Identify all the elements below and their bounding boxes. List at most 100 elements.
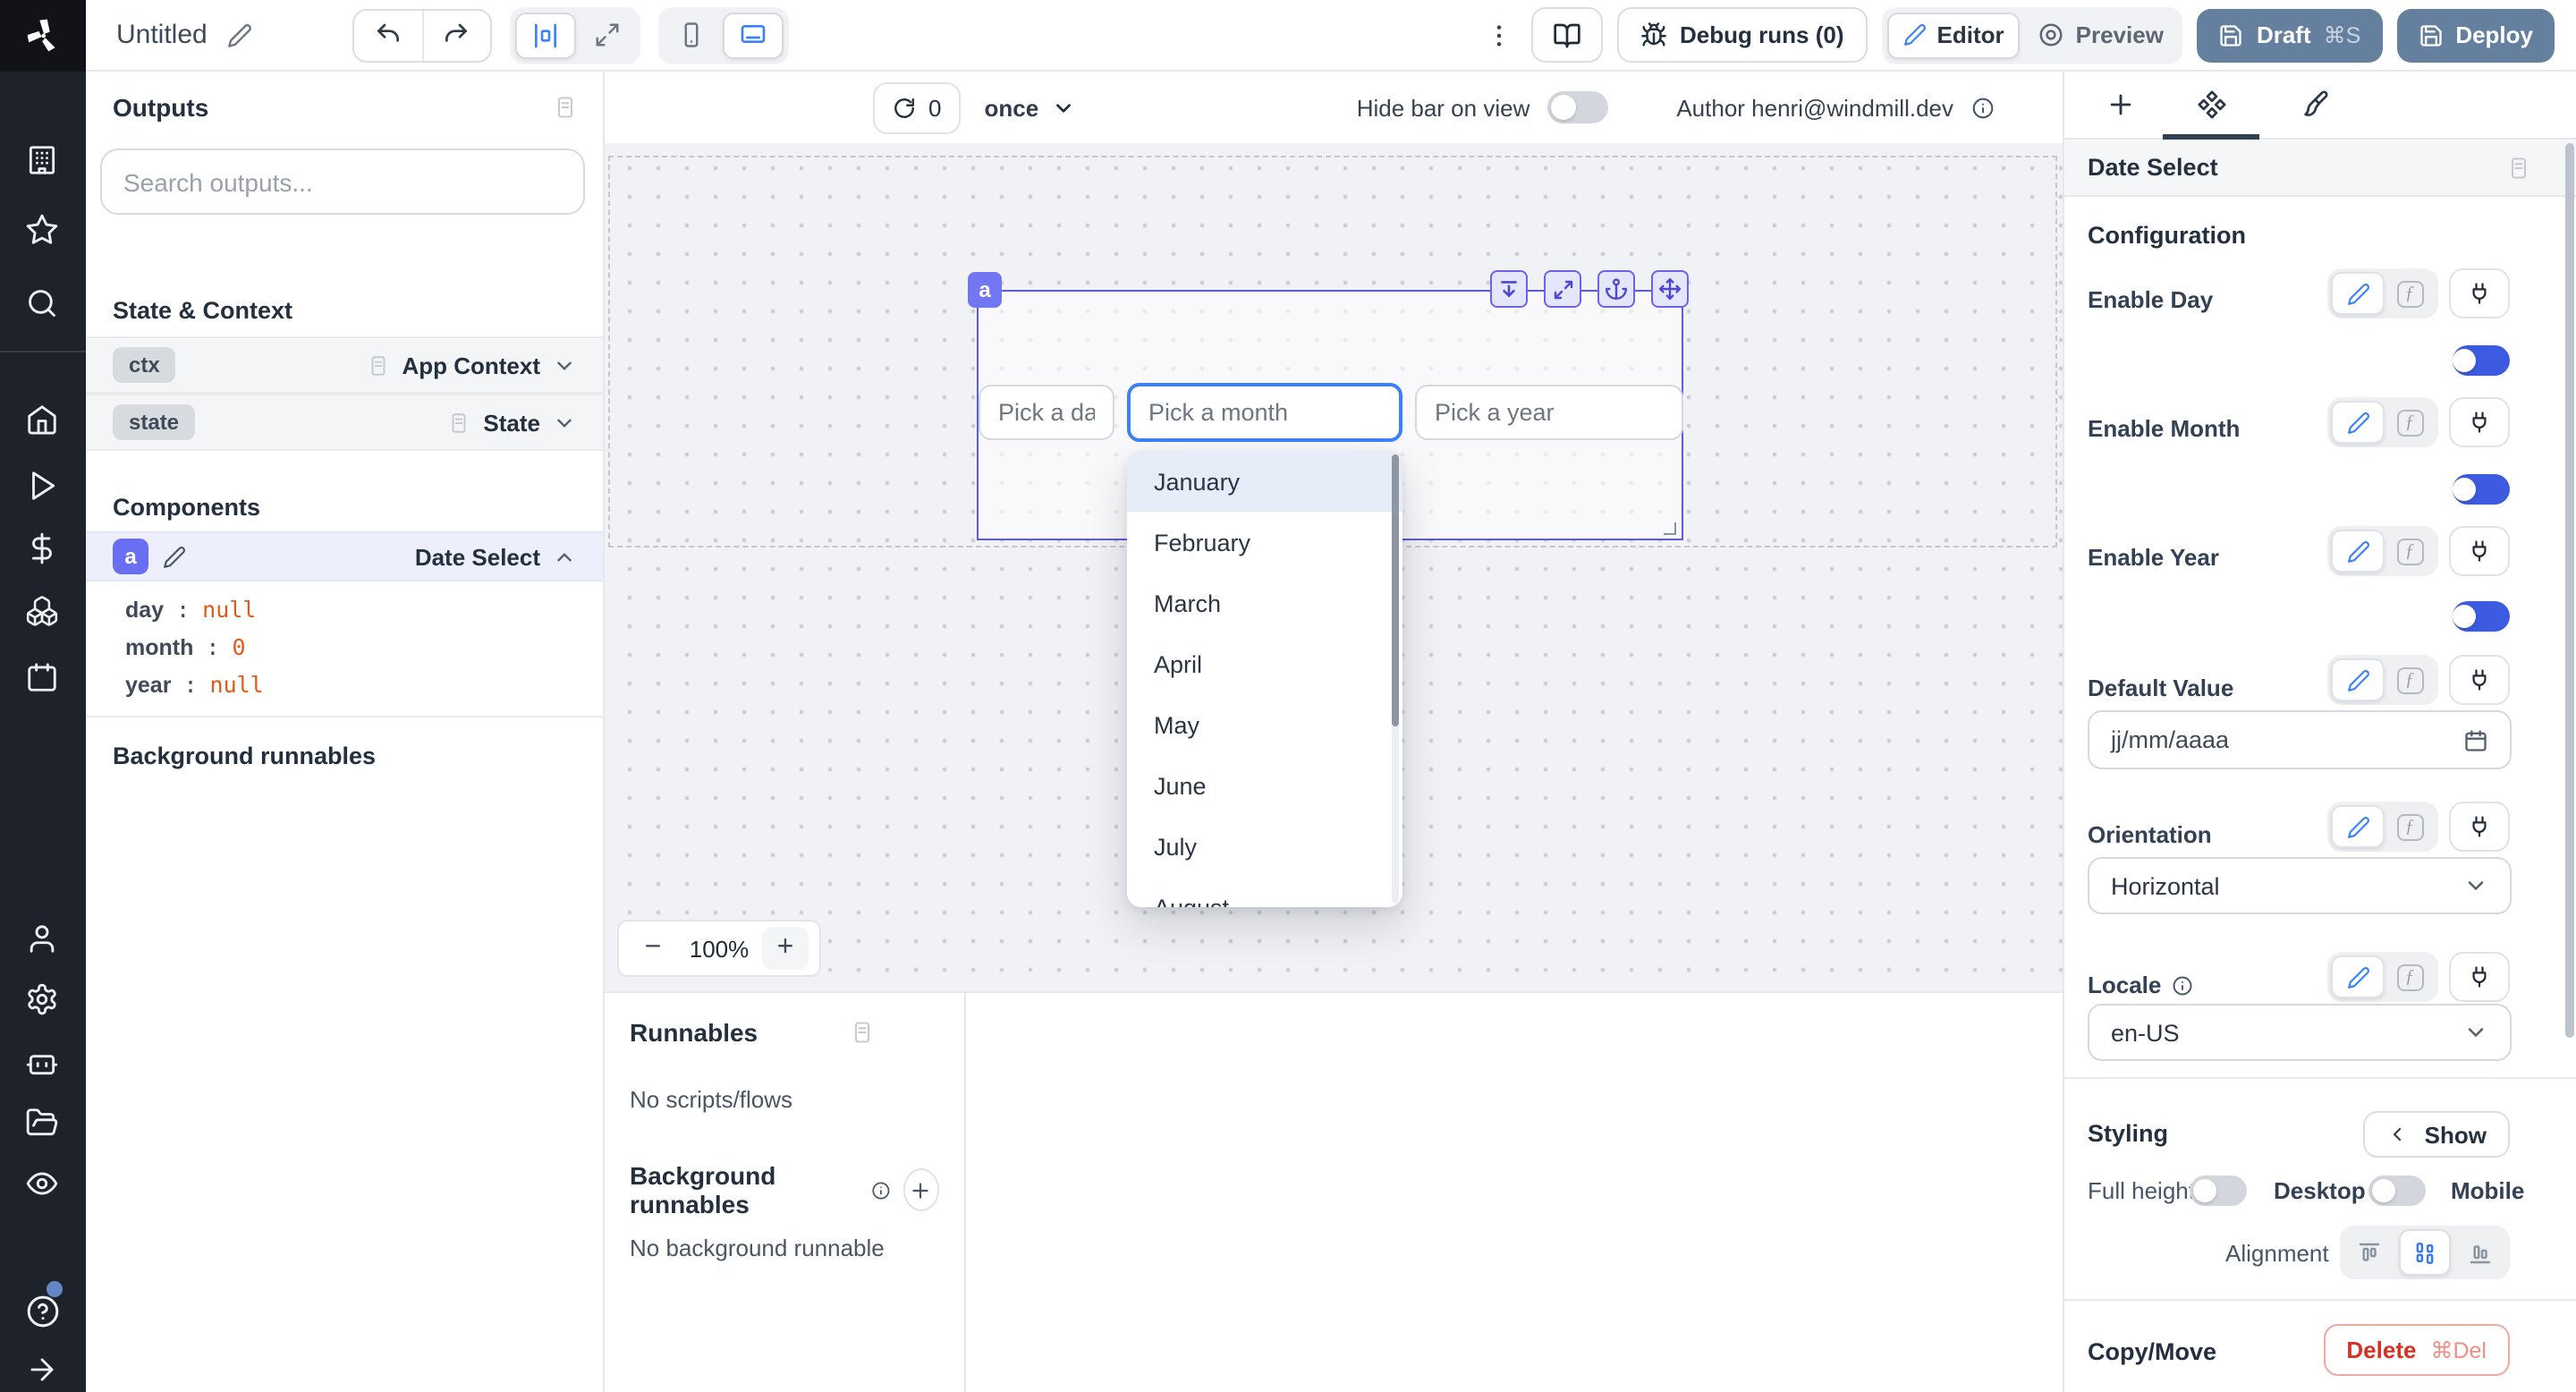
- audit-logs-button[interactable]: [25, 1167, 59, 1201]
- calendar-icon[interactable]: [2463, 727, 2488, 752]
- canvas-grid-area[interactable]: a January February March April May June …: [605, 143, 2063, 991]
- month-option[interactable]: March: [1127, 573, 1402, 633]
- collapse-rail-button[interactable]: [25, 1353, 59, 1387]
- anchor-handle[interactable]: [1597, 270, 1635, 308]
- pick-month-input[interactable]: [1127, 383, 1402, 442]
- align-center-button[interactable]: [2399, 1229, 2451, 1276]
- info-icon[interactable]: [2172, 974, 2193, 996]
- prop-day[interactable]: day:null: [125, 590, 264, 628]
- connect-button[interactable]: [2449, 268, 2510, 318]
- zoom-out-button[interactable]: −: [630, 927, 676, 970]
- connect-button[interactable]: [2449, 655, 2510, 705]
- month-option[interactable]: February: [1127, 512, 1402, 573]
- align-top-button[interactable]: [2343, 1229, 2395, 1276]
- dropdown-scrollbar-thumb[interactable]: [1391, 454, 1399, 726]
- chevron-down-icon[interactable]: [553, 353, 576, 377]
- locale-select[interactable]: en-US: [2088, 1004, 2512, 1061]
- static-editor-button[interactable]: [2331, 530, 2385, 573]
- settings-button[interactable]: [25, 982, 59, 1016]
- hide-bar-toggle[interactable]: [1547, 91, 1608, 123]
- enable-day-toggle[interactable]: [2453, 345, 2510, 376]
- month-option[interactable]: July: [1127, 816, 1402, 877]
- static-editor-button[interactable]: [2331, 955, 2385, 998]
- zoom-in-button[interactable]: +: [762, 927, 809, 970]
- state-row[interactable]: state State: [86, 394, 603, 451]
- runnables-doc-icon[interactable]: [850, 1020, 875, 1045]
- component-list-item[interactable]: a Date Select: [86, 531, 603, 581]
- resize-corner-handle[interactable]: [1664, 522, 1676, 535]
- debug-runs-button[interactable]: Debug runs (0): [1617, 7, 1867, 63]
- tab-editor[interactable]: Editor: [1887, 12, 2021, 58]
- home-button[interactable]: [25, 403, 59, 437]
- align-bottom-button[interactable]: [2454, 1229, 2506, 1276]
- workers-button[interactable]: [25, 1045, 59, 1079]
- mobile-view-button[interactable]: [664, 12, 719, 58]
- draft-button[interactable]: Draft ⌘S: [2198, 8, 2382, 62]
- more-menu-button[interactable]: [1481, 21, 1517, 49]
- fullscreen-layout-button[interactable]: [580, 12, 635, 58]
- help-button[interactable]: [25, 1294, 61, 1329]
- static-editor-button[interactable]: [2331, 401, 2385, 444]
- tab-theme-styling[interactable]: [2299, 89, 2329, 120]
- month-option[interactable]: June: [1127, 755, 1402, 816]
- default-value-input[interactable]: jj/mm/aaaa: [2088, 710, 2512, 769]
- windmill-logo[interactable]: [0, 0, 86, 71]
- info-icon[interactable]: [870, 1178, 890, 1201]
- users-button[interactable]: [25, 921, 59, 955]
- static-editor-button[interactable]: [2331, 658, 2385, 701]
- search-button[interactable]: [25, 286, 59, 320]
- static-editor-button[interactable]: [2331, 805, 2385, 848]
- enable-year-toggle[interactable]: [2453, 601, 2510, 632]
- tab-component-settings[interactable]: [2197, 89, 2227, 120]
- resources-button[interactable]: [25, 594, 59, 628]
- docs-button[interactable]: [1531, 7, 1603, 63]
- ctx-row[interactable]: ctx App Context: [86, 336, 603, 394]
- variables-button[interactable]: [25, 531, 59, 565]
- desktop-view-button[interactable]: [723, 12, 784, 58]
- orientation-select[interactable]: Horizontal: [2088, 857, 2512, 914]
- expression-editor-button[interactable]: ƒ: [2385, 658, 2435, 701]
- folders-button[interactable]: [25, 1106, 59, 1140]
- rename-pencil-icon[interactable]: [227, 22, 252, 47]
- edit-pencil-icon[interactable]: [163, 545, 186, 568]
- pick-year-input[interactable]: [1415, 385, 1683, 440]
- month-option[interactable]: January: [1127, 451, 1402, 512]
- expand-down-handle[interactable]: [1490, 270, 1528, 308]
- chevron-down-icon[interactable]: [553, 411, 576, 434]
- favorites-button[interactable]: [25, 213, 59, 247]
- settings-doc-icon[interactable]: [2506, 155, 2531, 180]
- refresh-button[interactable]: 0: [873, 81, 961, 133]
- info-icon[interactable]: [1971, 96, 1995, 119]
- tab-preview[interactable]: Preview: [2024, 12, 2178, 58]
- month-option[interactable]: August: [1127, 877, 1402, 907]
- redo-button[interactable]: [422, 10, 490, 60]
- static-editor-button[interactable]: [2331, 272, 2385, 315]
- settings-scrollbar-thumb[interactable]: [2564, 143, 2573, 1038]
- connect-button[interactable]: [2449, 526, 2510, 576]
- prop-year[interactable]: year:null: [125, 666, 264, 703]
- prop-month[interactable]: month:0: [125, 628, 264, 666]
- schedules-button[interactable]: [25, 660, 59, 694]
- connect-button[interactable]: [2449, 802, 2510, 852]
- outputs-doc-icon[interactable]: [553, 95, 578, 120]
- expand-handle[interactable]: [1544, 270, 1581, 308]
- month-option[interactable]: April: [1127, 633, 1402, 694]
- add-background-runnable-button[interactable]: [902, 1168, 939, 1211]
- expression-editor-button[interactable]: ƒ: [2385, 955, 2435, 998]
- center-layout-button[interactable]: [515, 12, 576, 58]
- chevron-up-icon[interactable]: [553, 545, 576, 568]
- move-handle[interactable]: [1651, 270, 1689, 308]
- month-option[interactable]: May: [1127, 694, 1402, 755]
- expression-editor-button[interactable]: ƒ: [2385, 805, 2435, 848]
- undo-button[interactable]: [354, 10, 422, 60]
- expression-editor-button[interactable]: ƒ: [2385, 272, 2435, 315]
- deploy-button[interactable]: Deploy: [2396, 8, 2555, 62]
- connect-button[interactable]: [2449, 952, 2510, 1002]
- expression-editor-button[interactable]: ƒ: [2385, 401, 2435, 444]
- pick-day-input[interactable]: [979, 385, 1114, 440]
- full-height-toggle[interactable]: [2190, 1176, 2247, 1206]
- search-outputs-input[interactable]: [100, 149, 585, 215]
- tab-insert-component[interactable]: [2106, 89, 2136, 120]
- enable-month-toggle[interactable]: [2453, 474, 2510, 505]
- expression-editor-button[interactable]: ƒ: [2385, 530, 2435, 573]
